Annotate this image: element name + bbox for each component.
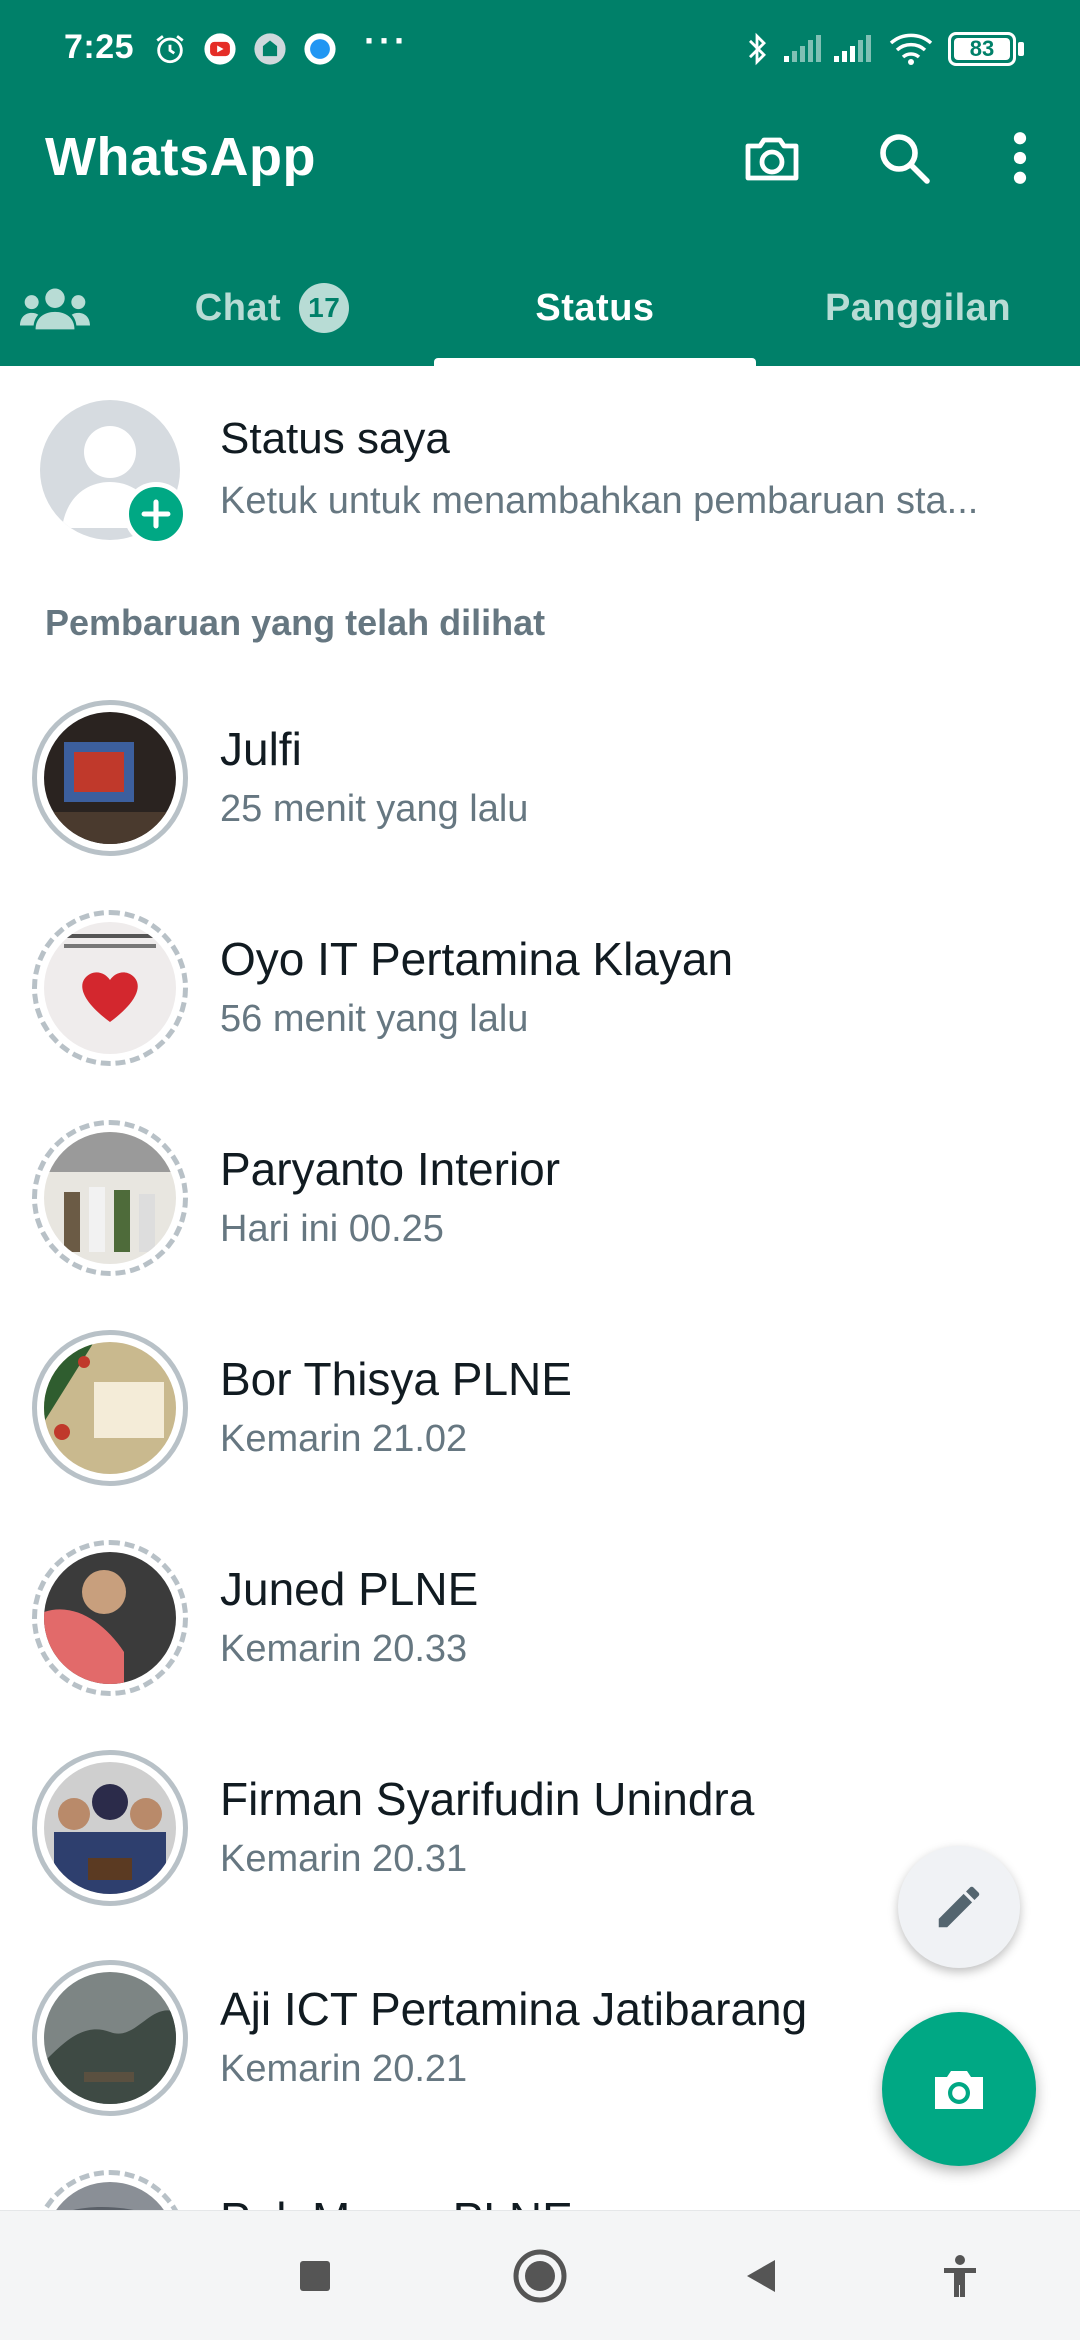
search-icon: [880, 134, 930, 184]
menu-button[interactable]: [978, 118, 1062, 198]
contact-name: Firman Syarifudin Unindra: [220, 1773, 755, 1825]
avatar: [44, 712, 176, 844]
section-label-viewed: Pembaruan yang telah dilihat: [45, 602, 546, 643]
system-navigation-bar: [0, 2210, 1080, 2340]
recents-button[interactable]: [280, 2241, 350, 2311]
battery-nub: [1018, 42, 1024, 56]
my-status-title: Status saya: [220, 414, 450, 463]
list-item[interactable]: Oyo IT Pertamina Klayan 56 menit yang la…: [0, 900, 1080, 1110]
tab-status[interactable]: Status: [434, 250, 756, 366]
bluetooth-icon: [740, 30, 774, 68]
avatar: [44, 922, 176, 1054]
battery-indicator: 83: [948, 32, 1016, 66]
accessibility-icon: [944, 2255, 976, 2297]
active-tab-indicator: [434, 358, 756, 366]
contact-name: Oyo IT Pertamina Klayan: [220, 933, 734, 985]
wifi-icon: [886, 30, 936, 68]
signal-icon-2: [832, 30, 872, 68]
status-time: 56 menit yang lalu: [220, 998, 529, 1040]
app-notification-icon: [250, 30, 290, 68]
tab-calls-label: Panggilan: [824, 286, 1012, 329]
square-icon: [300, 2261, 330, 2291]
accessibility-button[interactable]: [925, 2241, 995, 2311]
more-vert-icon: [1013, 132, 1027, 184]
tab-chat-label: Chat: [194, 286, 282, 329]
search-button[interactable]: [864, 118, 944, 198]
status-time: 25 menit yang lalu: [220, 788, 529, 830]
triangle-back-icon: [747, 2260, 775, 2292]
community-icon: [20, 288, 90, 330]
back-button[interactable]: [726, 2241, 796, 2311]
list-item[interactable]: Paryanto Interior Hari ini 00.25: [0, 1110, 1080, 1320]
status-time: Kemarin 20.33: [220, 1628, 468, 1670]
camera-icon: [935, 2071, 983, 2109]
list-item[interactable]: Juned PLNE Kemarin 20.33: [0, 1530, 1080, 1740]
signal-icon: [782, 30, 822, 68]
tab-status-label: Status: [535, 286, 655, 329]
avatar: [44, 1342, 176, 1474]
youtube-icon: [200, 30, 240, 68]
alarm-icon: [150, 30, 190, 68]
battery-level: 83: [969, 36, 995, 61]
avatar: [44, 1132, 176, 1264]
circle-icon: [513, 2249, 567, 2303]
tab-chat[interactable]: Chat 17: [110, 250, 434, 366]
messenger-icon: [300, 30, 340, 68]
home-button[interactable]: [505, 2241, 575, 2311]
avatar: [44, 1762, 176, 1894]
my-status-row[interactable]: Status saya Ketuk untuk menambahkan pemb…: [0, 366, 1080, 570]
my-status-subtitle: Ketuk untuk menambahkan pembaruan sta...: [220, 480, 979, 522]
tab-community[interactable]: [0, 250, 110, 366]
pencil-icon: [938, 1886, 980, 1928]
app-title: WhatsApp: [45, 127, 316, 187]
contact-name: Juned PLNE: [220, 1563, 479, 1615]
tab-calls[interactable]: Panggilan: [756, 250, 1080, 366]
app-header: 7:25 ··· 83 WhatsApp Chat 17 Status Pang…: [0, 0, 1080, 366]
camera-status-button[interactable]: [882, 2012, 1036, 2166]
text-status-button[interactable]: [898, 1846, 1020, 1968]
tab-bar: Chat 17 Status Panggilan: [0, 250, 1080, 366]
camera-button[interactable]: [732, 118, 812, 198]
avatar: [44, 1552, 176, 1684]
more-notifications: ···: [364, 20, 409, 61]
list-item[interactable]: Bor Thisya PLNE Kemarin 21.02: [0, 1320, 1080, 1530]
list-item[interactable]: Julfi 25 menit yang lalu: [0, 690, 1080, 900]
clock: 7:25: [64, 28, 135, 66]
contact-name: Paryanto Interior: [220, 1143, 561, 1195]
whatsapp-status-screen: 7:25 ··· 83 WhatsApp Chat 17 Status Pang…: [0, 0, 1080, 2340]
unread-badge: 17: [299, 283, 350, 333]
contact-name: Bor Thisya PLNE: [220, 1353, 572, 1405]
avatar: [44, 1972, 176, 2104]
add-status-icon[interactable]: [124, 482, 188, 546]
status-time: Hari ini 00.25: [220, 1208, 444, 1250]
camera-icon: [745, 137, 799, 181]
contact-name: Julfi: [220, 723, 302, 775]
system-status-bar: 7:25 ··· 83: [0, 0, 1080, 100]
status-time: Kemarin 21.02: [220, 1418, 468, 1460]
